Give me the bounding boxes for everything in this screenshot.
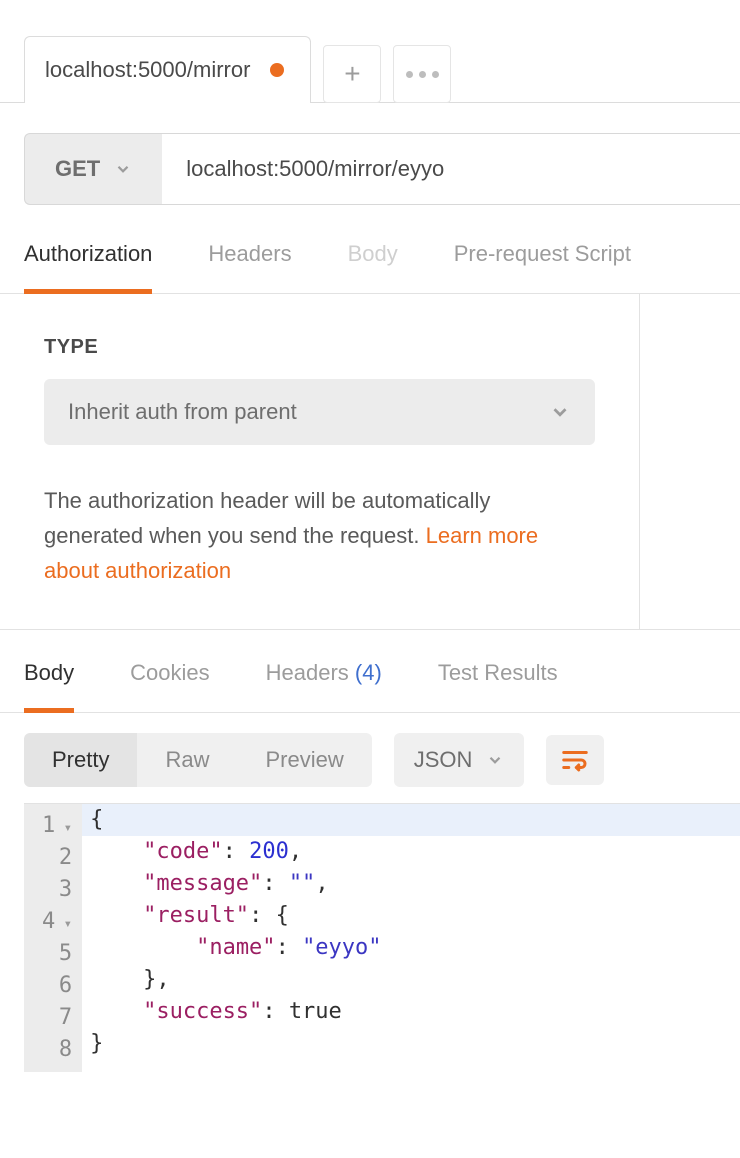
request-url-input[interactable]	[162, 133, 740, 205]
request-tab-active[interactable]: localhost:5000/mirror	[24, 36, 311, 103]
tab-bar: localhost:5000/mirror +	[0, 0, 740, 103]
response-code-viewer: 12345678 { "code": 200, "message": "", "…	[24, 803, 740, 1072]
tab-options-button[interactable]	[393, 45, 451, 103]
request-url-row: GET	[24, 133, 740, 205]
line-number: 8	[42, 1034, 72, 1066]
request-tab-label: localhost:5000/mirror	[45, 57, 250, 83]
auth-description-text: The authorization header will be automat…	[44, 488, 490, 548]
line-number: 7	[42, 1002, 72, 1034]
authorization-panel: TYPE Inherit auth from parent The author…	[0, 294, 640, 629]
auth-type-select[interactable]: Inherit auth from parent	[44, 379, 595, 445]
line-number: 6	[42, 970, 72, 1002]
code-line: "success": true	[82, 996, 740, 1028]
view-mode-segment: Pretty Raw Preview	[24, 733, 372, 787]
auth-type-label: TYPE	[44, 336, 595, 359]
code-line: },	[82, 964, 740, 996]
ellipsis-icon	[406, 71, 439, 78]
code-line: "message": "",	[82, 868, 740, 900]
response-tab-test-results[interactable]: Test Results	[438, 660, 558, 712]
auth-description: The authorization header will be automat…	[44, 483, 595, 589]
tab-authorization[interactable]: Authorization	[24, 241, 152, 294]
line-number: 4	[42, 906, 72, 938]
request-tabs: Authorization Headers Body Pre-request S…	[0, 205, 740, 294]
response-tab-headers-label: Headers	[266, 660, 349, 685]
unsaved-indicator-icon	[270, 63, 284, 77]
view-mode-preview[interactable]: Preview	[237, 733, 371, 787]
response-section: Body Cookies Headers (4) Test Results Pr…	[0, 629, 740, 1072]
response-viewer-toolbar: Pretty Raw Preview JSON	[0, 713, 740, 803]
wrap-lines-icon	[560, 745, 590, 775]
line-number: 5	[42, 938, 72, 970]
line-number-gutter: 12345678	[24, 804, 82, 1072]
line-number: 1	[42, 810, 72, 842]
plus-icon: +	[344, 60, 360, 88]
chevron-down-icon	[549, 401, 571, 423]
response-format-select[interactable]: JSON	[394, 733, 525, 787]
http-method-select[interactable]: GET	[24, 133, 162, 205]
http-method-label: GET	[55, 156, 100, 182]
auth-type-value: Inherit auth from parent	[68, 399, 297, 425]
code-line: {	[82, 804, 740, 836]
code-line: "result": {	[82, 900, 740, 932]
line-number: 3	[42, 874, 72, 906]
chevron-down-icon	[486, 751, 504, 769]
response-tabs: Body Cookies Headers (4) Test Results	[0, 630, 740, 713]
toggle-line-wrap-button[interactable]	[546, 735, 604, 785]
code-line: "name": "eyyo"	[82, 932, 740, 964]
tab-body[interactable]: Body	[348, 241, 398, 293]
code-line: }	[82, 1028, 740, 1060]
response-tab-body[interactable]: Body	[24, 660, 74, 713]
tab-prerequest-script[interactable]: Pre-request Script	[454, 241, 631, 293]
new-tab-button[interactable]: +	[323, 45, 381, 103]
tab-headers[interactable]: Headers	[208, 241, 291, 293]
response-format-label: JSON	[414, 747, 473, 773]
view-mode-raw[interactable]: Raw	[137, 733, 237, 787]
code-line: "code": 200,	[82, 836, 740, 868]
response-headers-count: (4)	[355, 660, 382, 685]
chevron-down-icon	[114, 160, 132, 178]
response-tab-headers[interactable]: Headers (4)	[266, 660, 382, 712]
view-mode-pretty[interactable]: Pretty	[24, 733, 137, 787]
response-tab-cookies[interactable]: Cookies	[130, 660, 209, 712]
line-number: 2	[42, 842, 72, 874]
response-code-body[interactable]: { "code": 200, "message": "", "result": …	[82, 804, 740, 1072]
